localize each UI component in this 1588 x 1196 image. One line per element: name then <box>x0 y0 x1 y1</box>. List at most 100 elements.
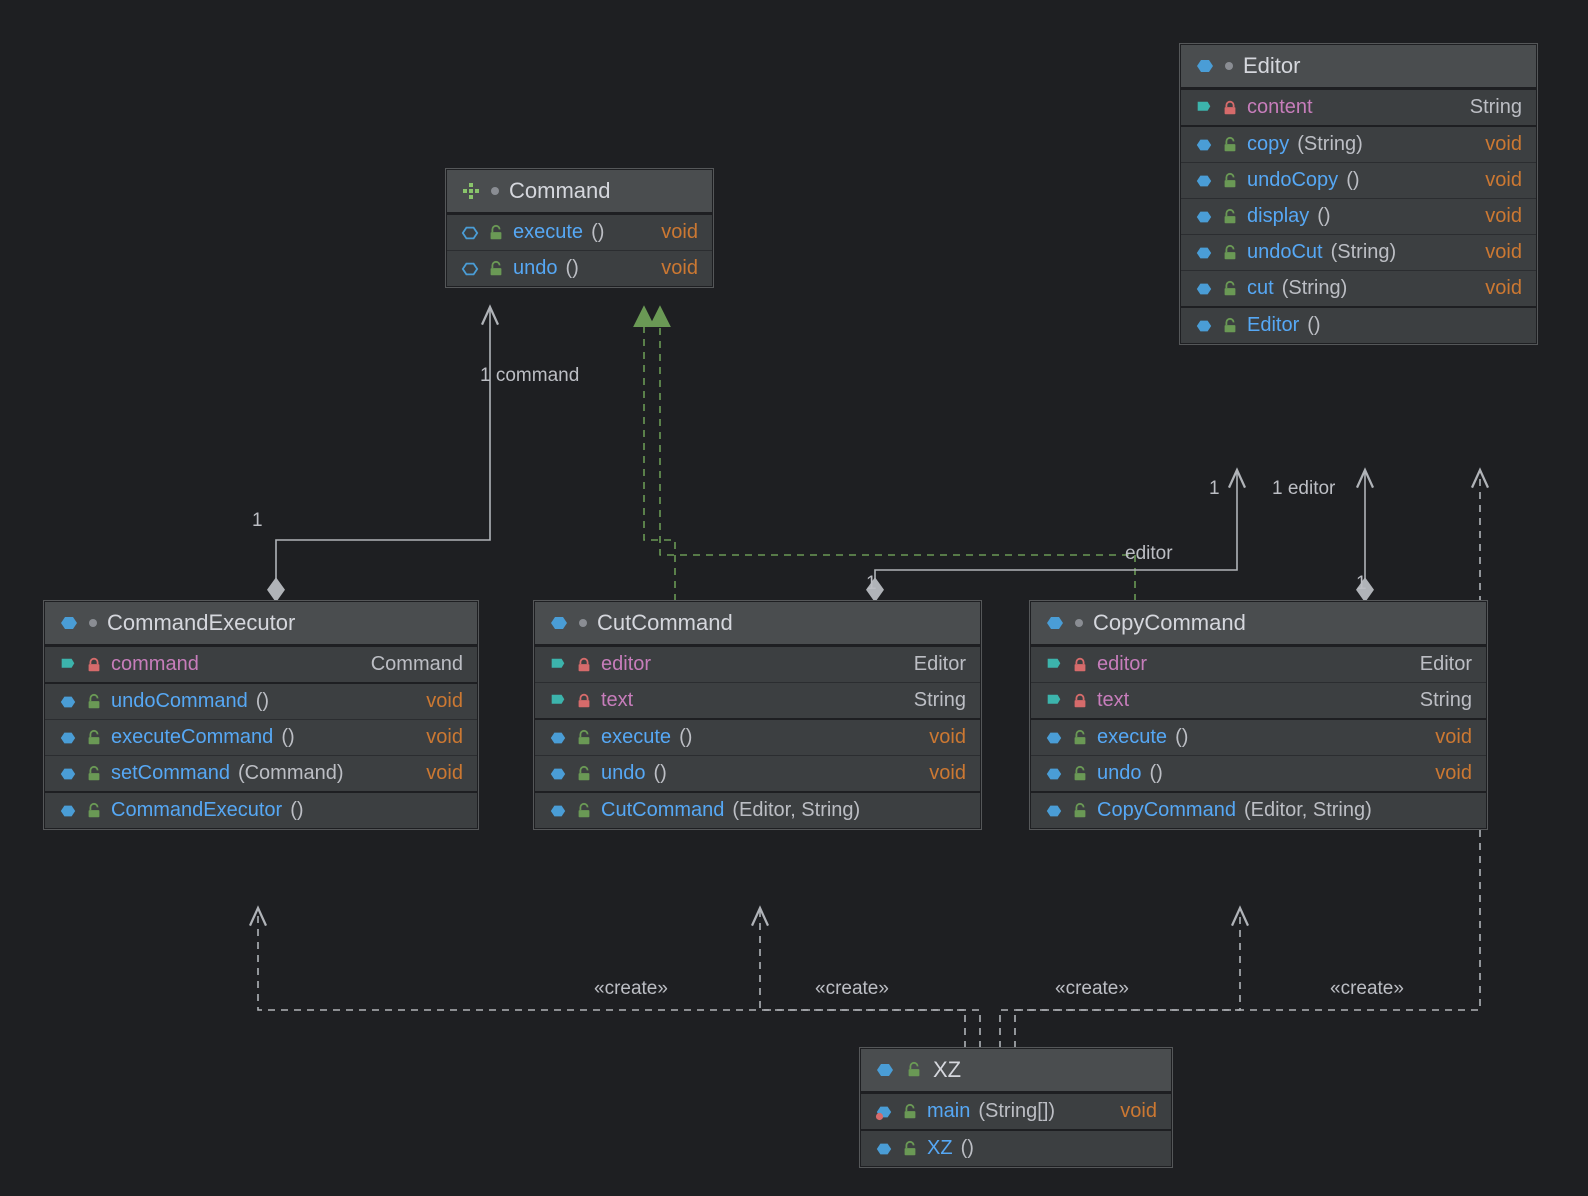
method-row[interactable]: undoCopy() void <box>1181 162 1536 198</box>
method-icon <box>59 765 77 783</box>
field-icon <box>1045 656 1063 674</box>
field-icon <box>1195 99 1213 117</box>
unlock-icon <box>575 765 593 783</box>
method-icon <box>549 765 567 783</box>
visibility-dot <box>89 619 97 627</box>
class-icon <box>1195 56 1215 76</box>
method-row[interactable]: undoCommand() void <box>45 682 477 719</box>
field-row[interactable]: text String <box>535 682 980 718</box>
method-row[interactable]: undo() void <box>535 755 980 791</box>
method-icon <box>1195 280 1213 298</box>
class-icon <box>549 613 569 633</box>
method-icon <box>1045 802 1063 820</box>
method-icon <box>1045 765 1063 783</box>
method-icon <box>1195 317 1213 335</box>
unlock-icon <box>85 802 103 820</box>
class-name: CopyCommand <box>1093 610 1246 636</box>
visibility-dot <box>491 187 499 195</box>
unlock-icon <box>575 729 593 747</box>
multiplicity-label: 1 command <box>480 365 579 387</box>
lock-icon <box>1221 99 1239 117</box>
class-cut-command[interactable]: CutCommand editor Editor text String exe… <box>534 601 981 829</box>
create-label: «create» <box>1330 978 1404 1000</box>
method-row[interactable]: copy(String) void <box>1181 125 1536 162</box>
lock-icon <box>1071 692 1089 710</box>
unlock-icon <box>1221 172 1239 190</box>
method-icon <box>1195 172 1213 190</box>
constructor-row[interactable]: Editor() <box>1181 306 1536 343</box>
abstract-method-icon <box>461 260 479 278</box>
lock-icon <box>85 656 103 674</box>
field-row[interactable]: editor Editor <box>535 645 980 682</box>
method-row[interactable]: display() void <box>1181 198 1536 234</box>
class-command[interactable]: Command execute() void undo() void <box>446 169 713 287</box>
class-name: CommandExecutor <box>107 610 295 636</box>
field-row[interactable]: editor Editor <box>1031 645 1486 682</box>
abstract-method-icon <box>461 224 479 242</box>
method-row[interactable]: execute() void <box>535 718 980 755</box>
unlock-icon <box>85 729 103 747</box>
role-label: 1 editor <box>1272 478 1335 500</box>
method-row[interactable]: execute() void <box>447 213 712 250</box>
method-icon <box>549 729 567 747</box>
unlock-icon <box>85 693 103 711</box>
class-icon <box>59 613 79 633</box>
method-icon <box>59 802 77 820</box>
method-row[interactable]: executeCommand() void <box>45 719 477 755</box>
method-icon <box>59 693 77 711</box>
unlock-icon <box>1071 802 1089 820</box>
run-method-icon <box>875 1103 893 1121</box>
unlock-icon <box>1221 136 1239 154</box>
field-icon <box>1045 692 1063 710</box>
method-icon <box>1195 244 1213 262</box>
method-row[interactable]: undo() void <box>1031 755 1486 791</box>
field-icon <box>549 656 567 674</box>
class-name: XZ <box>933 1057 961 1083</box>
multiplicity-label: 1 <box>866 573 877 595</box>
class-command-executor[interactable]: CommandExecutor command Command undoComm… <box>44 601 478 829</box>
unlock-icon <box>905 1061 923 1079</box>
method-row[interactable]: cut(String) void <box>1181 270 1536 306</box>
uml-canvas: 1 command 1 1 1 1 1 editor editor «creat… <box>0 0 1588 1196</box>
field-icon <box>549 692 567 710</box>
unlock-icon <box>901 1140 919 1158</box>
class-xz[interactable]: XZ main(String[]) void XZ() <box>860 1048 1172 1167</box>
field-row[interactable]: text String <box>1031 682 1486 718</box>
unlock-icon <box>85 765 103 783</box>
class-copy-command[interactable]: CopyCommand editor Editor text String ex… <box>1030 601 1487 829</box>
lock-icon <box>575 656 593 674</box>
unlock-icon <box>1071 765 1089 783</box>
visibility-dot <box>1225 62 1233 70</box>
visibility-dot <box>579 619 587 627</box>
unlock-icon <box>1221 244 1239 262</box>
field-row[interactable]: content String <box>1181 88 1536 125</box>
multiplicity-label: 1 <box>1209 478 1220 500</box>
method-row[interactable]: undo() void <box>447 250 712 286</box>
unlock-icon <box>487 224 505 242</box>
constructor-row[interactable]: CommandExecutor() <box>45 791 477 828</box>
unlock-icon <box>901 1103 919 1121</box>
unlock-icon <box>487 260 505 278</box>
field-row[interactable]: command Command <box>45 645 477 682</box>
class-name: Editor <box>1243 53 1300 79</box>
constructor-row[interactable]: CopyCommand(Editor, String) <box>1031 791 1486 828</box>
class-name: CutCommand <box>597 610 733 636</box>
constructor-row[interactable]: CutCommand(Editor, String) <box>535 791 980 828</box>
multiplicity-label: 1 <box>1356 573 1367 595</box>
unlock-icon <box>1221 208 1239 226</box>
unlock-icon <box>1071 729 1089 747</box>
method-row[interactable]: undoCut(String) void <box>1181 234 1536 270</box>
role-label: editor <box>1125 543 1173 565</box>
unlock-icon <box>1221 317 1239 335</box>
unlock-icon <box>575 802 593 820</box>
multiplicity-label: 1 <box>252 510 263 532</box>
constructor-row[interactable]: XZ() <box>861 1129 1171 1166</box>
method-row[interactable]: setCommand(Command) void <box>45 755 477 791</box>
method-row[interactable]: execute() void <box>1031 718 1486 755</box>
method-row[interactable]: main(String[]) void <box>861 1092 1171 1129</box>
lock-icon <box>575 692 593 710</box>
class-editor[interactable]: Editor content String copy(String) void … <box>1180 44 1537 344</box>
create-label: «create» <box>1055 978 1129 1000</box>
method-icon <box>1195 208 1213 226</box>
lock-icon <box>1071 656 1089 674</box>
